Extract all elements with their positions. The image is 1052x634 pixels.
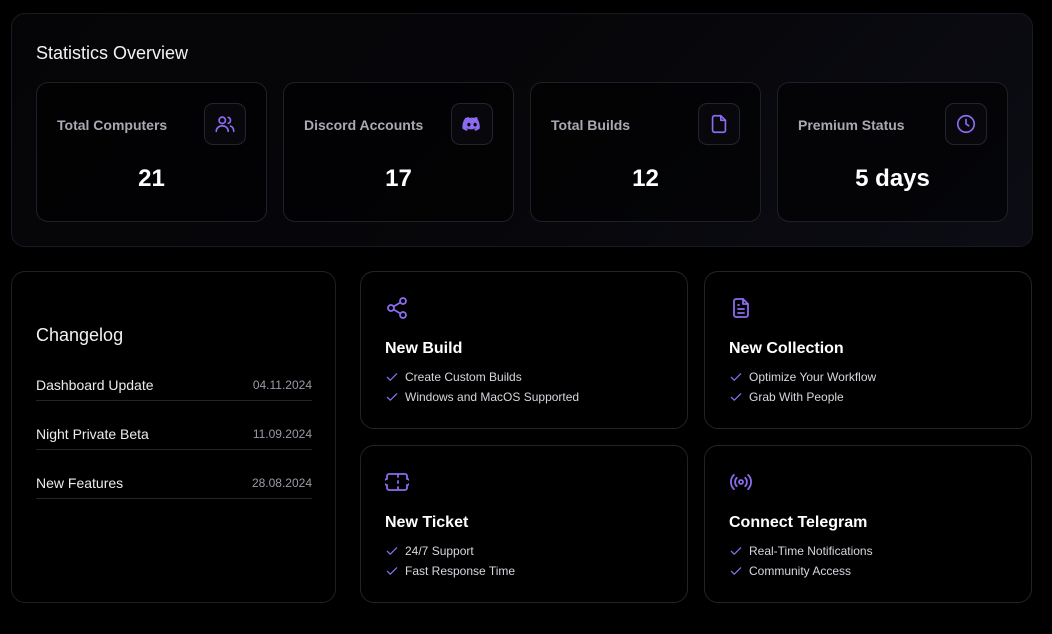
ticket-icon bbox=[383, 470, 411, 494]
changelog-item[interactable]: New Features 28.08.2024 bbox=[36, 472, 312, 499]
changelog-item[interactable]: Dashboard Update 04.11.2024 bbox=[36, 374, 312, 401]
new-build-card[interactable]: New Build Create Custom Builds Windows a… bbox=[360, 271, 688, 429]
stat-label: Discord Accounts bbox=[304, 117, 424, 133]
changelog-item[interactable]: Night Private Beta 11.09.2024 bbox=[36, 423, 312, 450]
feature-item: Fast Response Time bbox=[385, 564, 515, 578]
check-icon bbox=[386, 547, 398, 555]
new-collection-card[interactable]: New Collection Optimize Your Workflow Gr… bbox=[704, 271, 1032, 429]
connect-telegram-card[interactable]: Connect Telegram Real-Time Notifications… bbox=[704, 445, 1032, 603]
changelog-item-name: Night Private Beta bbox=[36, 426, 149, 442]
feature-text: Windows and MacOS Supported bbox=[405, 390, 580, 404]
feature-text: 24/7 Support bbox=[405, 544, 474, 558]
clock-icon bbox=[945, 103, 987, 145]
card-title: New Build bbox=[385, 340, 463, 357]
card-title: New Ticket bbox=[385, 514, 469, 531]
changelog-title: Changelog bbox=[36, 325, 124, 345]
check-icon bbox=[386, 373, 398, 381]
broadcast-icon bbox=[729, 470, 753, 494]
changelog-panel: Changelog Dashboard Update 04.11.2024 Ni… bbox=[11, 271, 336, 603]
stat-label: Premium Status bbox=[798, 117, 905, 133]
statistics-overview-panel: Statistics Overview Total Computers 21 D… bbox=[11, 13, 1033, 247]
document-icon bbox=[729, 296, 753, 320]
feature-item: Grab With People bbox=[729, 390, 844, 404]
changelog-item-date: 11.09.2024 bbox=[252, 427, 312, 441]
feature-text: Create Custom Builds bbox=[405, 370, 522, 384]
feature-item: Optimize Your Workflow bbox=[729, 370, 876, 384]
changelog-item-date: 04.11.2024 bbox=[252, 378, 312, 392]
card-title: Connect Telegram bbox=[729, 514, 868, 531]
feature-item: Create Custom Builds bbox=[385, 370, 522, 384]
feature-item: Real-Time Notifications bbox=[729, 544, 873, 558]
stat-value: 21 bbox=[138, 165, 165, 192]
check-icon bbox=[730, 567, 742, 575]
feature-item: 24/7 Support bbox=[385, 544, 474, 558]
stat-label: Total Computers bbox=[57, 117, 168, 133]
users-icon bbox=[204, 103, 246, 145]
stat-card-total-computers[interactable]: Total Computers 21 bbox=[36, 82, 267, 222]
discord-icon bbox=[451, 103, 493, 145]
stat-value: 17 bbox=[385, 165, 412, 192]
feature-text: Optimize Your Workflow bbox=[749, 370, 877, 384]
stat-card-premium-status[interactable]: Premium Status 5 days bbox=[777, 82, 1008, 222]
changelog-item-name: Dashboard Update bbox=[36, 377, 154, 393]
stat-value: 12 bbox=[632, 165, 659, 192]
file-icon bbox=[698, 103, 740, 145]
feature-text: Fast Response Time bbox=[405, 564, 516, 578]
share-icon bbox=[385, 296, 409, 320]
stat-value: 5 days bbox=[855, 165, 930, 192]
changelog-item-name: New Features bbox=[36, 475, 124, 491]
stat-card-total-builds[interactable]: Total Builds 12 bbox=[530, 82, 761, 222]
feature-item: Windows and MacOS Supported bbox=[385, 390, 579, 404]
card-title: New Collection bbox=[729, 340, 844, 357]
feature-text: Real-Time Notifications bbox=[749, 544, 873, 558]
stat-card-discord-accounts[interactable]: Discord Accounts 17 bbox=[283, 82, 514, 222]
feature-text: Grab With People bbox=[749, 390, 844, 404]
stats-title: Statistics Overview bbox=[36, 43, 189, 63]
check-icon bbox=[730, 547, 742, 555]
new-ticket-card[interactable]: New Ticket 24/7 Support Fast Response Ti… bbox=[360, 445, 688, 603]
changelog-item-date: 28.08.2024 bbox=[251, 476, 312, 490]
check-icon bbox=[730, 373, 742, 381]
feature-item: Community Access bbox=[729, 564, 851, 578]
check-icon bbox=[386, 567, 398, 575]
check-icon bbox=[730, 393, 742, 401]
check-icon bbox=[386, 393, 398, 401]
feature-text: Community Access bbox=[749, 564, 852, 578]
stat-label: Total Builds bbox=[551, 117, 631, 133]
